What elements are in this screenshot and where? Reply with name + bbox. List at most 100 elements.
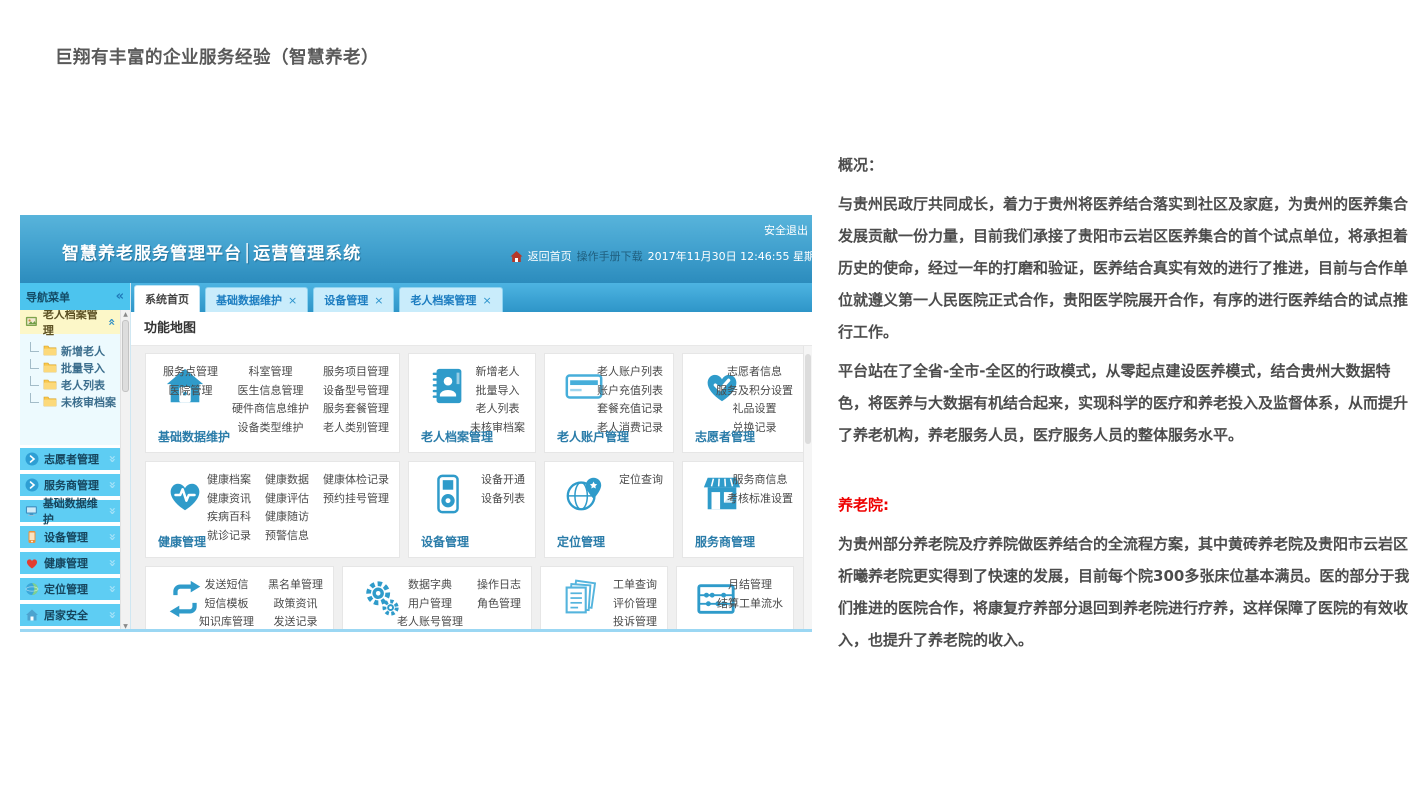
heart-pulse-icon — [164, 473, 206, 515]
card-link[interactable]: 预警信息 — [265, 527, 309, 545]
sidebar-subitem[interactable]: 批量导入 — [30, 359, 121, 376]
card-link[interactable]: 科室管理 — [232, 363, 309, 381]
card-link[interactable]: 老人账户列表 — [597, 363, 663, 381]
card-links: 老人账户列表账户充值列表套餐充值记录老人消费记录 — [597, 363, 663, 436]
card-title-link[interactable]: 设备管理 — [421, 533, 469, 550]
card-link[interactable]: 健康评估 — [265, 490, 309, 508]
card-link[interactable]: 设备类型维护 — [232, 419, 309, 437]
card-link[interactable]: 知识库管理 — [199, 613, 254, 631]
card-link[interactable]: 服务套餐管理 — [323, 400, 389, 418]
card-link[interactable]: 健康体检记录 — [323, 471, 389, 489]
sidebar-item[interactable]: 基础数据维护« — [20, 500, 121, 522]
card-link[interactable]: 政策资讯 — [268, 595, 323, 613]
card-link[interactable]: 数据字典 — [397, 576, 463, 594]
card-title-link[interactable]: 健康管理 — [158, 533, 206, 550]
card-link[interactable]: 月结管理 — [717, 576, 783, 594]
scrollbar-thumb[interactable] — [122, 320, 129, 392]
card-link[interactable]: 健康档案 — [207, 471, 251, 489]
card-link[interactable]: 投诉管理 — [613, 613, 657, 631]
tab-close-icon[interactable]: × — [374, 294, 383, 307]
card-link[interactable]: 志愿者信息 — [716, 363, 793, 381]
card-link[interactable]: 用户管理 — [397, 595, 463, 613]
card-link[interactable]: 服务及积分设置 — [716, 382, 793, 400]
sidebar-scrollbar[interactable]: ▲ ▼ — [120, 310, 130, 632]
card-title-link[interactable]: 志愿者管理 — [695, 428, 755, 445]
card-link[interactable]: 服务项目管理 — [323, 363, 389, 381]
card-workorder: 工单查询评价管理投诉管理 — [540, 566, 668, 632]
card-link[interactable]: 老人类别管理 — [323, 419, 389, 437]
sidebar-subitem[interactable]: 新增老人 — [30, 342, 121, 359]
card-link[interactable]: 考核标准设置 — [727, 490, 793, 508]
card-link[interactable]: 新增老人 — [470, 363, 525, 381]
sidebar-subitem[interactable]: 未核审档案 — [30, 393, 121, 410]
card-link[interactable]: 评价管理 — [613, 595, 657, 613]
card-link[interactable]: 老人账号管理 — [397, 613, 463, 631]
sidebar-item[interactable]: 设备管理« — [20, 526, 121, 548]
sidebar-item[interactable]: 服务商管理« — [20, 474, 121, 496]
tab-close-icon[interactable]: × — [482, 294, 491, 307]
card-link[interactable]: 账户充值列表 — [597, 382, 663, 400]
card-row: 服务点管理医院管理科室管理医生信息管理硬件商信息维护设备类型维护 服务项目管理设备… — [131, 353, 804, 453]
content-scrollbar[interactable] — [803, 346, 812, 632]
card-link[interactable]: 健康数据 — [265, 471, 309, 489]
scroll-up-icon[interactable]: ▲ — [121, 311, 130, 319]
card-title-link[interactable]: 老人档案管理 — [421, 428, 493, 445]
tab-label: 基础数据维护 — [216, 292, 282, 308]
card-link[interactable]: 预约挂号管理 — [323, 490, 389, 508]
folder-icon — [43, 344, 57, 358]
card-link[interactable]: 套餐充值记录 — [597, 400, 663, 418]
chevrons-left-icon[interactable]: « — [116, 289, 124, 304]
back-home-link[interactable]: 返回首页 — [528, 248, 572, 264]
card-link[interactable]: 服务点管理 — [163, 363, 218, 381]
card-link[interactable]: 发送记录 — [268, 613, 323, 631]
scroll-down-icon[interactable]: ▼ — [121, 623, 130, 631]
card-link[interactable]: 黑名单管理 — [268, 576, 323, 594]
logout-link[interactable]: 安全退出 — [764, 224, 808, 237]
sidebar-item[interactable]: 志愿者管理« — [20, 448, 121, 470]
tab-close-icon[interactable]: × — [288, 294, 297, 307]
card-link[interactable]: 结算工单流水 — [717, 595, 783, 613]
card-link[interactable]: 服务商信息 — [727, 471, 793, 489]
card-location: 定位查询定位管理 — [544, 461, 674, 558]
sidebar-item[interactable]: 健康管理« — [20, 552, 121, 574]
sidebar-item-label: 定位管理 — [44, 581, 88, 597]
card-links: 服务点管理医院管理科室管理医生信息管理硬件商信息维护设备类型维护 服务项目管理设备… — [163, 363, 389, 436]
sidebar-subitem[interactable]: 老人列表 — [30, 376, 121, 393]
card-title-link[interactable]: 老人账户管理 — [557, 428, 629, 445]
card-link[interactable]: 定位查询 — [619, 471, 663, 489]
tab[interactable]: 系统首页 — [134, 285, 200, 312]
card-link[interactable]: 工单查询 — [613, 576, 657, 594]
card-title-link[interactable]: 基础数据维护 — [158, 428, 230, 445]
tab[interactable]: 设备管理× — [313, 287, 394, 312]
card-link[interactable]: 设备列表 — [481, 490, 525, 508]
card-title-link[interactable]: 服务商管理 — [695, 533, 755, 550]
card-link[interactable]: 短信模板 — [199, 595, 254, 613]
card-link[interactable]: 硬件商信息维护 — [232, 400, 309, 418]
globe-icon — [25, 582, 39, 596]
tab[interactable]: 老人档案管理× — [399, 287, 502, 312]
sidebar-item-expanded[interactable]: 老人档案管理« — [20, 310, 121, 334]
card-link[interactable]: 健康资讯 — [207, 490, 251, 508]
folder-icon — [43, 378, 57, 392]
card-link[interactable]: 批量导入 — [470, 382, 525, 400]
card-link[interactable]: 老人列表 — [470, 400, 525, 418]
tab[interactable]: 基础数据维护 × — [205, 287, 308, 312]
card-link[interactable]: 医生信息管理 — [232, 382, 309, 400]
card-link[interactable]: 发送短信 — [199, 576, 254, 594]
card-link[interactable]: 设备型号管理 — [323, 382, 389, 400]
chevrons-down-icon: « — [105, 533, 119, 541]
card-link[interactable]: 角色管理 — [477, 595, 521, 613]
card-link[interactable]: 礼品设置 — [716, 400, 793, 418]
card-link[interactable]: 健康随访 — [265, 508, 309, 526]
card-link[interactable]: 操作日志 — [477, 576, 521, 594]
card-link[interactable]: 设备开通 — [481, 471, 525, 489]
card-title-link[interactable]: 定位管理 — [557, 533, 605, 550]
card-link[interactable]: 医院管理 — [163, 382, 218, 400]
sidebar-item[interactable]: 居家安全« — [20, 604, 121, 626]
manual-download-link[interactable]: 操作手册下载 — [577, 248, 643, 264]
card-link[interactable]: 就诊记录 — [207, 527, 251, 545]
scrollbar-thumb[interactable] — [805, 354, 811, 444]
card-link[interactable]: 疾病百科 — [207, 508, 251, 526]
sidebar-item[interactable]: 定位管理« — [20, 578, 121, 600]
card-links: 定位查询 — [619, 471, 663, 489]
